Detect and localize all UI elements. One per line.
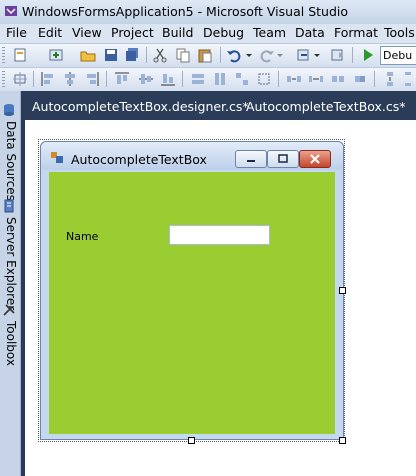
form-title: AutocompleteTextBox xyxy=(71,152,207,167)
menu-team[interactable]: Team xyxy=(253,25,286,40)
navigate-dropdown-icon[interactable] xyxy=(313,47,321,63)
make-same-size-icon[interactable] xyxy=(234,71,250,87)
toolbar-separator xyxy=(374,71,375,87)
toolbar-separator xyxy=(106,71,107,87)
undo-icon[interactable] xyxy=(226,47,242,63)
tab-server-explorer[interactable]: Server Explorer xyxy=(2,217,18,310)
close-icon xyxy=(310,154,320,164)
tab-cs[interactable]: AutocompleteTextBox.cs* xyxy=(246,99,406,114)
resize-handle-bottom[interactable] xyxy=(188,437,195,444)
document-tab-strip: AutocompleteTextBox.designer.cs* Autocom… xyxy=(0,91,416,120)
horizontal-spacing-icon[interactable] xyxy=(286,71,302,87)
redo-icon[interactable] xyxy=(259,47,275,63)
tab-designer-cs[interactable]: AutocompleteTextBox.designer.cs* xyxy=(32,99,249,114)
menu-build[interactable]: Build xyxy=(162,25,193,40)
cut-icon[interactable] xyxy=(152,47,168,63)
align-lefts-icon[interactable] xyxy=(40,71,56,87)
menu-file[interactable]: File xyxy=(6,25,27,40)
align-middles-icon[interactable] xyxy=(138,71,154,87)
menu-format[interactable]: Format xyxy=(334,25,378,40)
start-debugging-icon[interactable] xyxy=(360,47,376,63)
window-title-bar: WindowsFormsApplication5 - Microsoft Vis… xyxy=(0,0,416,25)
layout-toolbar xyxy=(0,67,416,91)
undo-dropdown-icon[interactable] xyxy=(245,47,253,63)
configuration-value: Debu xyxy=(383,49,413,62)
maximize-button[interactable] xyxy=(267,150,299,168)
size-to-grid-icon[interactable] xyxy=(256,71,272,87)
visual-studio-icon xyxy=(5,6,17,16)
close-button[interactable] xyxy=(299,150,331,168)
add-item-icon[interactable] xyxy=(48,47,64,63)
form-window[interactable]: AutocompleteTextBox Name xyxy=(40,141,344,440)
menu-bar: File Edit View Project Build Debug Team … xyxy=(0,24,416,43)
redo-dropdown-icon[interactable] xyxy=(276,47,284,63)
save-icon[interactable] xyxy=(103,47,119,63)
menu-data[interactable]: Data xyxy=(295,25,325,40)
toolbar-grip[interactable] xyxy=(2,47,5,63)
align-tops-icon[interactable] xyxy=(114,71,130,87)
menu-project[interactable]: Project xyxy=(111,25,154,40)
toolbar-separator xyxy=(33,71,34,87)
name-textbox[interactable] xyxy=(169,225,270,245)
paste-icon[interactable] xyxy=(197,47,213,63)
window-title: WindowsFormsApplication5 - Microsoft Vis… xyxy=(22,4,349,19)
navigate-backward-icon[interactable] xyxy=(296,47,312,63)
toolbar-grip[interactable] xyxy=(2,71,5,87)
vertical-spacing-icon[interactable] xyxy=(382,71,398,87)
toolbar-separator xyxy=(220,47,221,63)
align-rights-icon[interactable] xyxy=(84,71,100,87)
name-label: Name xyxy=(66,230,99,243)
align-to-grid-icon[interactable] xyxy=(12,71,28,87)
menu-debug[interactable]: Debug xyxy=(203,25,244,40)
standard-toolbar: Debu xyxy=(0,43,416,67)
side-tool-panel: Data Sources Server Explorer Toolbox xyxy=(0,91,21,476)
toolbar-separator xyxy=(278,71,279,87)
resize-handle-bottom-right[interactable] xyxy=(339,437,346,444)
minimize-button[interactable] xyxy=(235,150,267,168)
open-file-icon[interactable] xyxy=(80,47,96,63)
make-same-height-icon[interactable] xyxy=(212,71,228,87)
new-project-icon[interactable] xyxy=(12,47,28,63)
make-same-width-icon[interactable] xyxy=(190,71,206,87)
maximize-icon xyxy=(278,154,288,163)
align-bottoms-icon[interactable] xyxy=(160,71,176,87)
tab-toolbox[interactable]: Toolbox xyxy=(2,321,18,366)
navigate-forward-icon[interactable] xyxy=(330,47,346,63)
solution-configuration-dropdown[interactable]: Debu xyxy=(380,46,416,65)
toolbar-separator xyxy=(182,71,183,87)
copy-icon[interactable] xyxy=(175,47,191,63)
decrease-horizontal-spacing-icon[interactable] xyxy=(330,71,346,87)
menu-tools[interactable]: Tools xyxy=(384,25,415,40)
tab-data-sources[interactable]: Data Sources xyxy=(2,121,18,201)
menu-view[interactable]: View xyxy=(72,25,102,40)
data-sources-icon xyxy=(4,104,14,116)
save-all-icon[interactable] xyxy=(124,47,140,63)
form-icon xyxy=(51,152,63,163)
align-centers-icon[interactable] xyxy=(62,71,78,87)
toolbox-icon xyxy=(3,304,15,316)
minimize-icon xyxy=(247,160,255,162)
remove-horizontal-spacing-icon[interactable] xyxy=(352,71,368,87)
toolbar-separator xyxy=(352,47,353,63)
form-client-area: Name xyxy=(49,172,335,434)
toolbar-separator xyxy=(146,47,147,63)
form-caption-bar[interactable]: AutocompleteTextBox xyxy=(41,142,343,170)
server-explorer-icon xyxy=(4,199,14,213)
menu-edit[interactable]: Edit xyxy=(38,25,62,40)
increase-horizontal-spacing-icon[interactable] xyxy=(308,71,324,87)
resize-handle-right[interactable] xyxy=(339,287,346,294)
increase-vertical-spacing-icon[interactable] xyxy=(400,71,416,87)
